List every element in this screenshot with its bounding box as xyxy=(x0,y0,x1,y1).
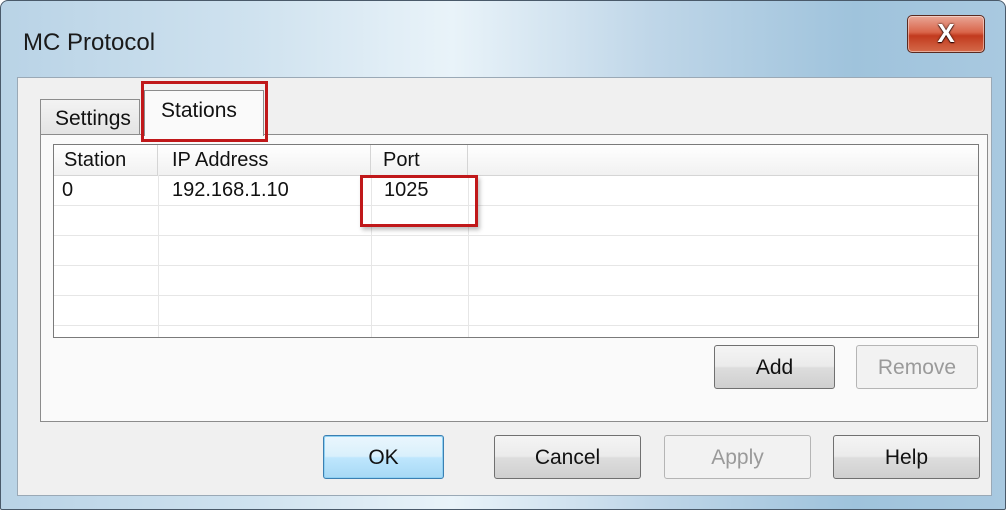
ok-button[interactable]: OK xyxy=(323,435,444,479)
column-header-port[interactable]: Port xyxy=(371,145,468,175)
apply-button[interactable]: Apply xyxy=(664,435,811,479)
column-header-ip-address[interactable]: IP Address xyxy=(158,145,371,175)
dialog-client-area: Settings Stations Station IP Address Por… xyxy=(17,77,992,496)
help-button[interactable]: Help xyxy=(833,435,980,479)
table-row-empty[interactable] xyxy=(54,236,978,266)
window-title: MC Protocol xyxy=(23,29,156,56)
close-button[interactable]: X xyxy=(907,15,985,53)
add-button[interactable]: Add xyxy=(714,345,835,389)
tab-stations[interactable]: Stations xyxy=(144,90,264,136)
stations-panel: Station IP Address Port 0 192.168.1.10 1… xyxy=(40,134,988,422)
table-row-empty[interactable] xyxy=(54,266,978,296)
dialog-window: MC Protocol X Settings Stations Station … xyxy=(0,0,1006,510)
table-row[interactable]: 0 192.168.1.10 1025 xyxy=(54,176,978,206)
table-row-empty[interactable] xyxy=(54,206,978,236)
remove-button[interactable]: Remove xyxy=(856,345,978,389)
title-bar: MC Protocol X xyxy=(1,1,1005,77)
tab-settings[interactable]: Settings xyxy=(40,99,140,135)
stations-table: Station IP Address Port 0 192.168.1.10 1… xyxy=(53,144,979,338)
close-icon: X xyxy=(937,18,955,48)
column-header-station[interactable]: Station xyxy=(54,145,158,175)
table-row-empty[interactable] xyxy=(54,296,978,326)
cell-ip-address: 192.168.1.10 xyxy=(172,179,289,201)
cancel-button[interactable]: Cancel xyxy=(494,435,641,479)
cell-port: 1025 xyxy=(384,179,429,201)
cell-station: 0 xyxy=(62,179,74,201)
table-header: Station IP Address Port xyxy=(54,145,978,176)
